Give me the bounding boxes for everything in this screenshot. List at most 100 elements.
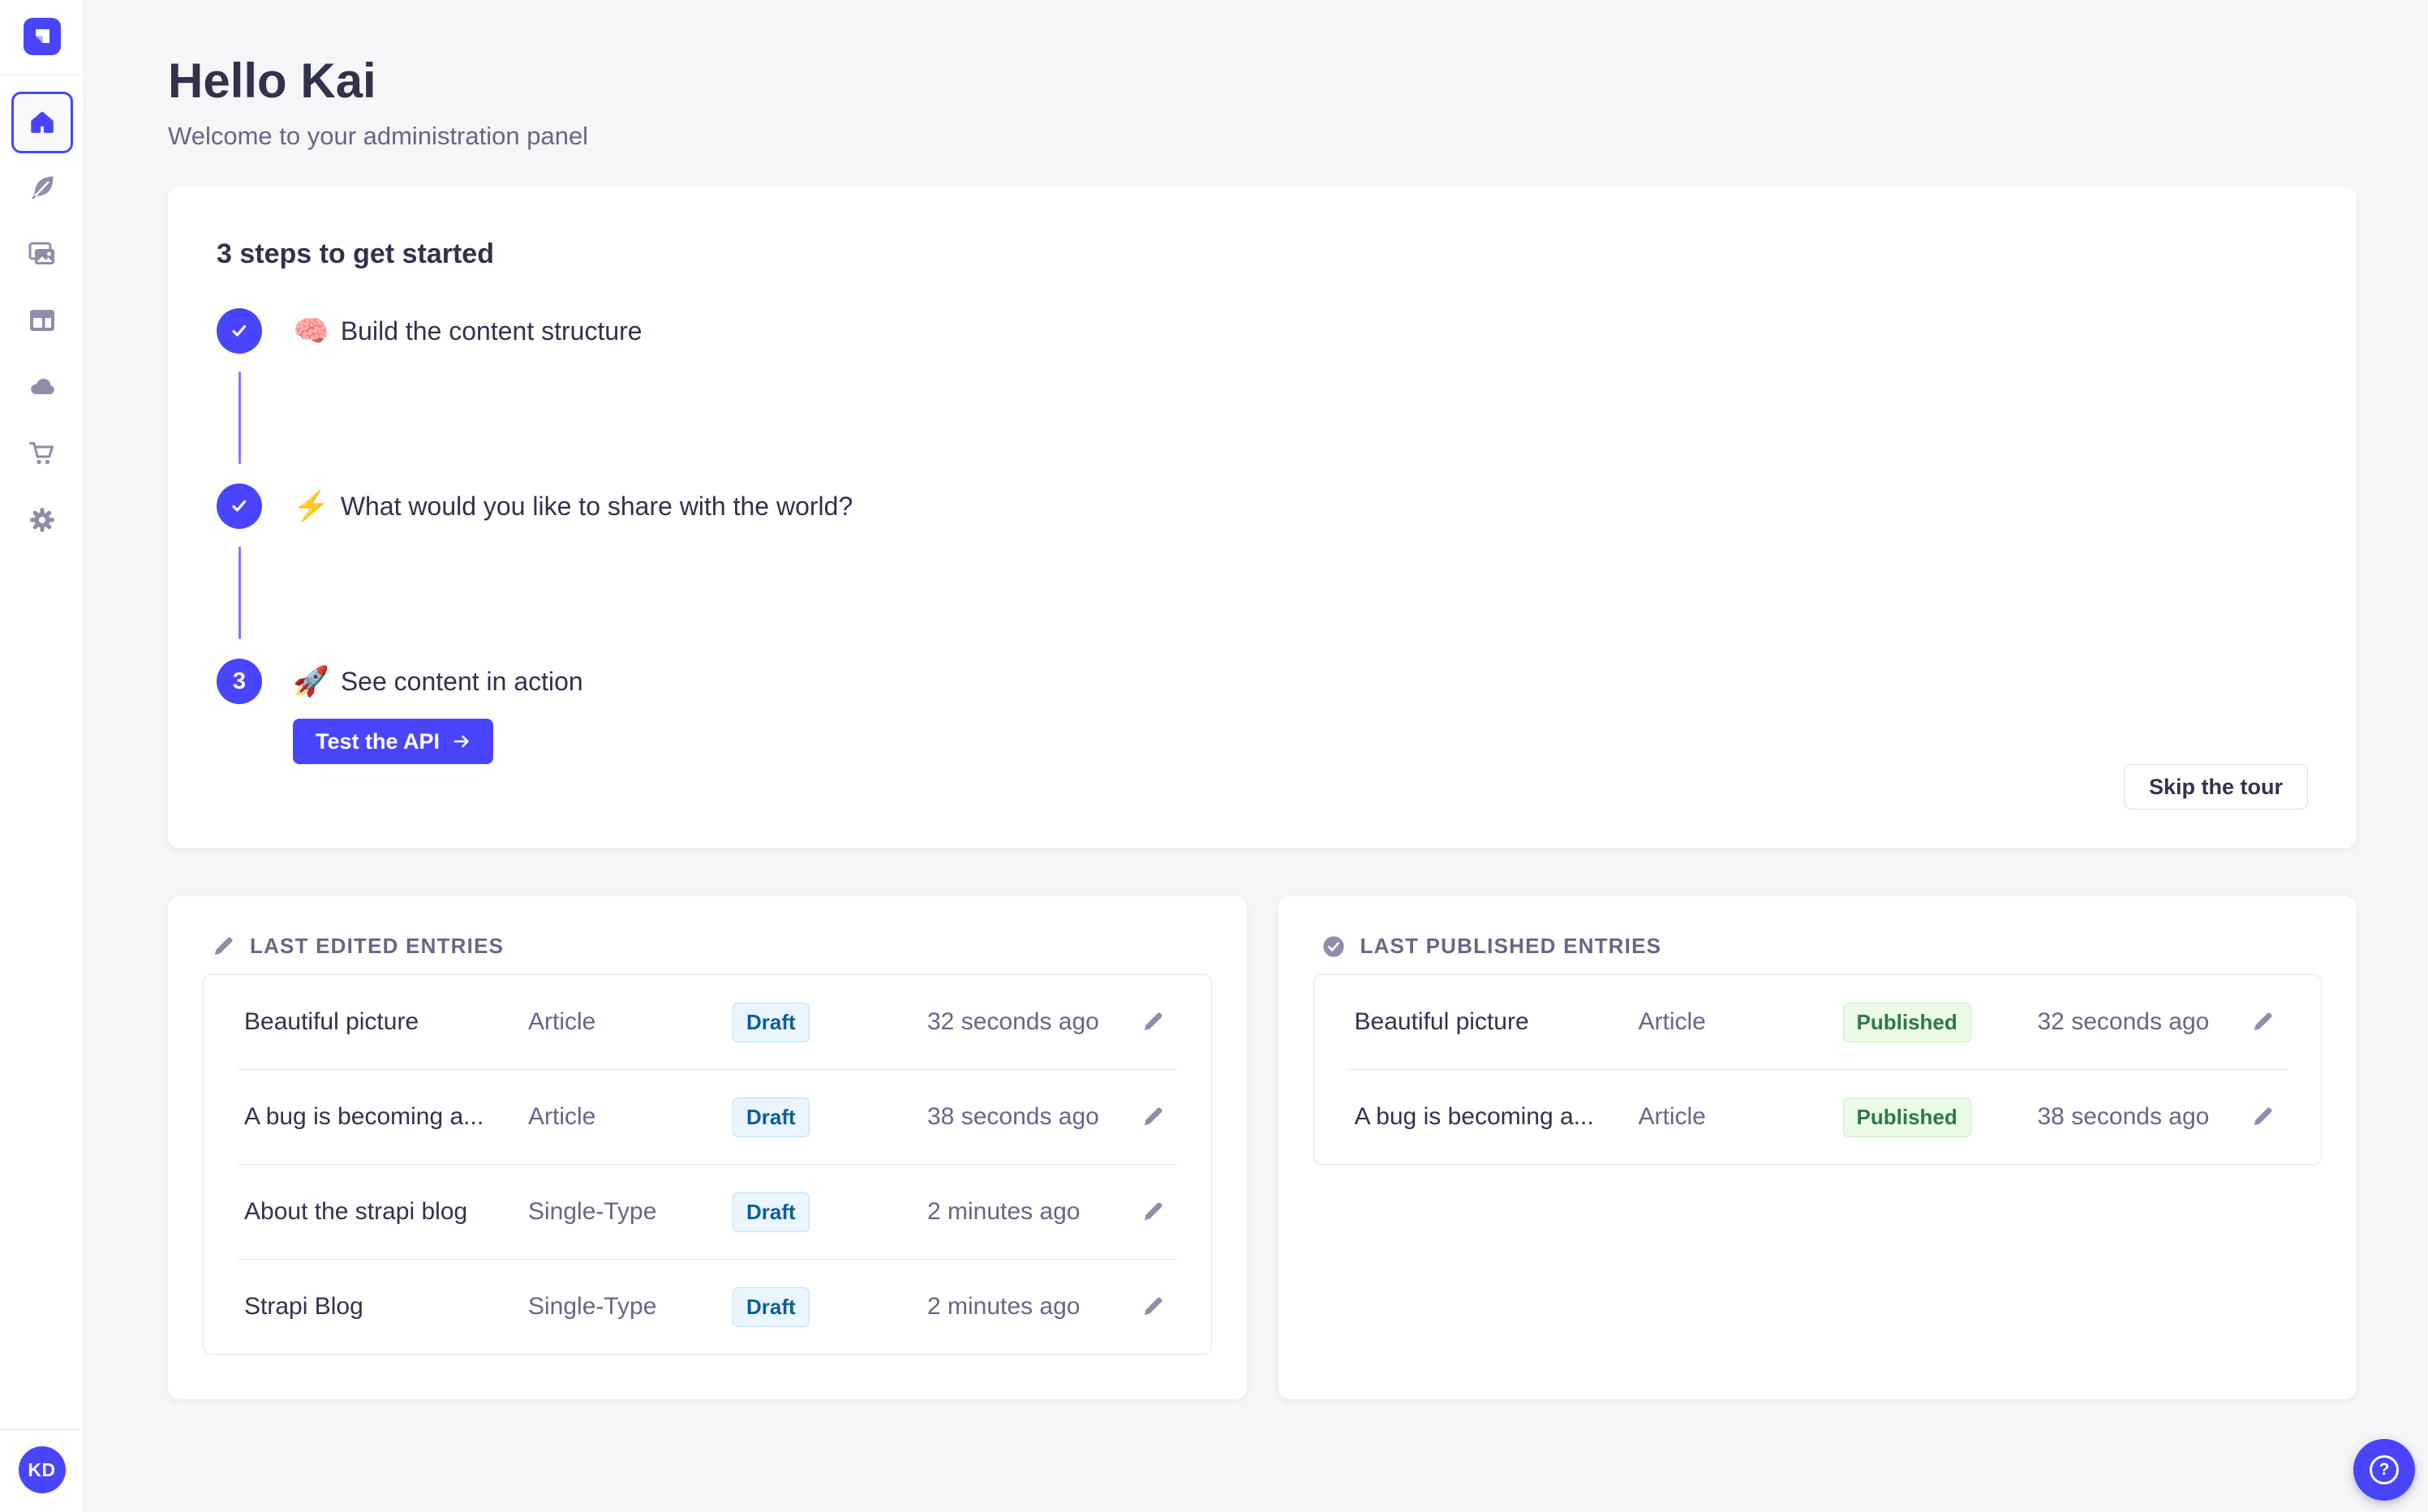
entry-row: A bug is becoming a... Article Published… [1314,1070,2322,1164]
last-edited-header: LAST EDITED ENTRIES [203,934,1212,959]
entry-title: Beautiful picture [1354,1008,1529,1035]
entry-kind: Single-Type [528,1198,657,1225]
step-1-check-circle [217,308,262,354]
sidebar-item-content-type-builder[interactable] [25,303,59,337]
step-3-label: 🚀 See content in action [293,659,583,704]
entries-section: LAST EDITED ENTRIES Beautiful picture Ar… [168,896,2357,1399]
edit-entry-button[interactable] [2245,1004,2280,1040]
last-published-title: LAST PUBLISHED ENTRIES [1360,934,1662,958]
sidebar-item-content-manager[interactable] [25,170,59,204]
help-button[interactable]: ? [2353,1439,2415,1501]
last-published-header: LAST PUBLISHED ENTRIES [1313,934,2323,959]
step-1-text: Build the content structure [340,316,642,346]
status-badge: Draft [733,1097,810,1137]
step-1-rail [217,308,262,483]
step-connector [238,372,241,464]
entry-status-cell: Draft [733,1097,927,1137]
sidebar-item-deploy[interactable] [25,370,59,404]
main-content: Hello Kai Welcome to your administration… [84,0,2428,1512]
edit-entry-button[interactable] [1135,1194,1171,1230]
brain-emoji-icon: 🧠 [293,314,329,347]
entry-status-cell: Draft [733,1002,927,1042]
step-3-text: See content in action [340,666,583,696]
last-edited-table: Beautiful picture Article Draft 32 secon… [203,974,1212,1355]
entry-kind: Article [528,1103,596,1130]
feather-icon [31,176,53,200]
onboarding-card: 3 steps to get started 🧠 Build the conte… [168,187,2357,848]
entry-status-cell: Published [1842,1097,2038,1137]
entry-kind: Article [1638,1008,1706,1035]
step-2-rail [217,483,262,659]
user-avatar[interactable]: KD [18,1446,66,1493]
test-the-api-label: Test the API [316,728,440,754]
onboarding-step-1: 🧠 Build the content structure [217,308,2308,483]
step-3-content: 🚀 See content in action Test the API [293,659,583,764]
gear-icon [29,508,54,532]
sidebar-item-marketplace[interactable] [25,436,59,470]
pictures-icon [28,242,54,264]
home-icon [30,111,54,133]
step-2-label: ⚡ What would you like to share with the … [293,483,853,529]
cart-icon [28,442,54,465]
layout-icon [29,310,54,331]
last-edited-entries-card: LAST EDITED ENTRIES Beautiful picture Ar… [168,896,1247,1399]
status-badge: Draft [733,1002,810,1042]
sidebar-item-media-library[interactable] [25,237,59,271]
step-2-text: What would you like to share with the wo… [340,491,853,521]
entry-title: A bug is becoming a... [1354,1103,1594,1130]
step-1-label: 🧠 Build the content structure [293,308,642,354]
entry-time: 2 minutes ago [927,1198,1081,1225]
pencil-icon [1144,1297,1162,1316]
sidebar-item-settings[interactable] [25,503,59,537]
status-badge: Published [1842,1097,1971,1137]
entry-status-cell: Draft [733,1286,927,1327]
pencil-icon [1144,1012,1162,1031]
check-icon [232,500,247,512]
step-3-rail: 3 [217,659,262,764]
check-icon [232,324,247,337]
cloud-icon [30,378,54,394]
status-badge: Draft [733,1192,810,1232]
entry-row: Strapi Blog Single-Type Draft 2 minutes … [204,1260,1211,1354]
entry-row: A bug is becoming a... Article Draft 38 … [204,1070,1211,1164]
arrow-right-icon [453,735,469,748]
rocket-emoji-icon: 🚀 [293,664,329,698]
page-subtitle: Welcome to your administration panel [168,122,589,150]
strapi-logo-icon [35,29,49,43]
edit-entry-button[interactable] [1135,1004,1171,1040]
entry-title: Beautiful picture [244,1008,419,1035]
sidebar-item-home[interactable] [11,92,73,153]
entry-kind: Article [528,1008,596,1035]
edit-entry-button[interactable] [2245,1099,2280,1135]
step-connector [238,547,241,639]
entry-time: 38 seconds ago [2037,1103,2210,1130]
sidebar-divider-bottom [0,1429,84,1430]
pencil-icon [214,936,233,955]
check-circle-icon [1322,935,1344,957]
strapi-dashboard-page: KD Hello Kai Welcome to your administrat… [0,0,2428,1512]
skip-row: Skip the tour [217,764,2308,810]
entry-row: Beautiful picture Article Draft 32 secon… [204,975,1211,1069]
pencil-icon [1144,1107,1162,1126]
entry-row: About the strapi blog Single-Type Draft … [204,1165,1211,1259]
sidebar-bottom: KD [0,1429,84,1512]
entry-kind: Single-Type [528,1293,657,1320]
last-edited-title: LAST EDITED ENTRIES [250,934,505,958]
edit-entry-button[interactable] [1135,1099,1171,1135]
entry-title: Strapi Blog [244,1293,363,1320]
edit-entry-button[interactable] [1135,1289,1171,1325]
entry-status-cell: Draft [733,1192,927,1232]
entry-title: A bug is becoming a... [244,1103,484,1130]
status-badge: Published [1842,1002,1971,1042]
entry-kind: Article [1638,1103,1706,1130]
page-title: Hello Kai [168,54,376,108]
entry-time: 32 seconds ago [927,1008,1099,1035]
onboarding-step-2: ⚡ What would you like to share with the … [217,483,2308,659]
test-the-api-button[interactable]: Test the API [293,719,494,764]
skip-the-tour-button[interactable]: Skip the tour [2123,764,2308,810]
entry-time: 2 minutes ago [927,1293,1081,1320]
strapi-logo [23,18,61,55]
pencil-icon [1144,1202,1162,1221]
entry-title: About the strapi blog [244,1198,468,1225]
entry-row: Beautiful picture Article Published 32 s… [1314,975,2322,1069]
